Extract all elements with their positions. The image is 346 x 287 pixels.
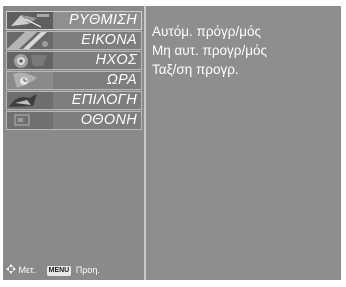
menu-item-label: ΟΘΟΝΗ — [80, 112, 137, 128]
menu-item-label: ΕΠΙΛΟΓΗ — [71, 92, 137, 108]
tv-osd-menu: ΡΥΘΜΙΣΗ ΕΙΚΟΝΑ ΗΧΟΣ ΩΡΑ ΕΠΙΛΟΓΗ ΟΘΟΝΗ Με… — [3, 6, 341, 280]
setup-submenu: Αυτόμ. πρόγρ/μός Μη αυτ. προγρ/μός Ταξ/σ… — [150, 22, 338, 79]
speaker-icon — [7, 52, 53, 69]
picture-thumbnail-icon — [7, 32, 53, 49]
menu-item-screen[interactable]: ΟΘΟΝΗ — [6, 111, 142, 130]
submenu-item-programme-edit[interactable]: Ταξ/ση προγρ. — [150, 60, 338, 79]
navigation-arrows-icon — [6, 263, 16, 278]
menu-item-audio[interactable]: ΗΧΟΣ — [6, 51, 142, 70]
menu-item-label: ΗΧΟΣ — [95, 52, 137, 68]
submenu-item-manual-programme[interactable]: Μη αυτ. προγρ/μός — [150, 41, 338, 60]
menu-key-badge: MENU — [46, 265, 72, 276]
menu-item-label: ΡΥΘΜΙΣΗ — [69, 12, 137, 28]
menu-item-label: ΩΡΑ — [106, 72, 137, 88]
screen-thumbnail-icon — [7, 112, 53, 129]
menu-footer-hints: Μετ. MENU Προη. — [6, 263, 143, 277]
previous-hint-label: Προη. — [75, 265, 100, 275]
menu-item-setup[interactable]: ΡΥΘΜΙΣΗ — [6, 11, 142, 30]
main-menu-sidebar: ΡΥΘΜΙΣΗ ΕΙΚΟΝΑ ΗΧΟΣ ΩΡΑ ΕΠΙΛΟΓΗ ΟΘΟΝΗ Με… — [3, 6, 146, 280]
move-hint-label: Μετ. — [18, 265, 37, 275]
menu-item-time[interactable]: ΩΡΑ — [6, 71, 142, 90]
option-thumbnail-icon — [7, 92, 53, 109]
menu-item-label: ΕΙΚΟΝΑ — [81, 32, 137, 48]
clock-icon — [7, 72, 53, 89]
satellite-dish-icon — [7, 12, 53, 29]
menu-item-option[interactable]: ΕΠΙΛΟΓΗ — [6, 91, 142, 110]
submenu-item-auto-programme[interactable]: Αυτόμ. πρόγρ/μός — [150, 22, 338, 41]
menu-item-picture[interactable]: ΕΙΚΟΝΑ — [6, 31, 142, 50]
